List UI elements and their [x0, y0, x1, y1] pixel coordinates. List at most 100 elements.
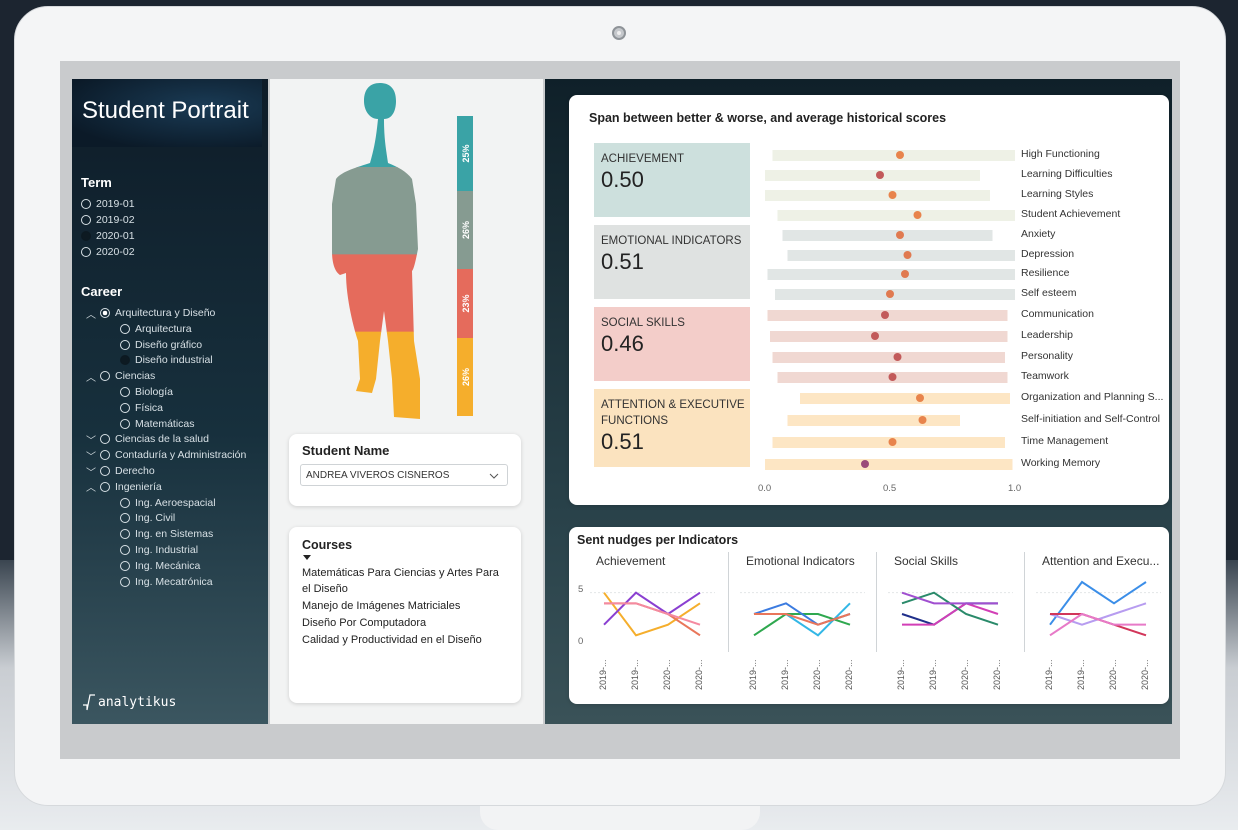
average-dot[interactable] [888, 191, 897, 199]
x-tick-label: 2020-... [844, 659, 854, 690]
average-dot[interactable] [881, 311, 889, 319]
category-tile: ACHIEVEMENT 0.50 [594, 143, 750, 217]
average-dot[interactable] [916, 394, 924, 402]
career-option[interactable]: Ing. Aeroespacial [120, 496, 216, 510]
radio-icon [120, 576, 130, 587]
average-dot[interactable] [888, 438, 897, 446]
silhouette-band [332, 167, 420, 255]
radio-icon [100, 450, 110, 461]
indicator-label: Self-initiation and Self-Control [1021, 413, 1160, 425]
series-line[interactable] [901, 591, 998, 605]
chevron-up-icon[interactable]: ︿ [86, 306, 96, 321]
term-option[interactable]: 2020-02 [81, 245, 135, 259]
indicator-label: Organization and Planning S... [1021, 391, 1164, 403]
career-option[interactable]: ︿ Ingeniería [86, 479, 162, 495]
category-name: SOCIAL SKILLS [601, 317, 685, 329]
indicator-label: Personality [1021, 350, 1073, 362]
average-dot[interactable] [901, 270, 909, 278]
career-option[interactable]: ︿ Ciencias [86, 369, 155, 384]
panel-divider [1024, 552, 1025, 652]
series-line[interactable] [754, 613, 851, 626]
x-tick-label: 2019-... [896, 659, 906, 690]
series-line[interactable] [1049, 612, 1146, 637]
silhouette-band [332, 331, 420, 419]
radio-icon [100, 371, 110, 382]
career-option[interactable]: Biología [120, 385, 173, 399]
category-score: 0.51 [601, 429, 644, 454]
average-dot[interactable] [886, 290, 894, 298]
chevron-up-icon[interactable]: ︿ [86, 479, 96, 494]
average-dot[interactable] [871, 332, 879, 340]
indicator-label: Teamwork [1021, 370, 1069, 382]
indicator-label: Student Achievement [1021, 208, 1121, 220]
career-label: Ing. Aeroespacial [135, 496, 216, 509]
course-list: Matemáticas Para Ciencias y Artes Para e… [302, 565, 507, 649]
y-tick-label: 5 [578, 584, 584, 595]
career-option[interactable]: Ing. Mecánica [120, 559, 200, 573]
indicator-label: Learning Styles [1021, 188, 1094, 200]
average-dot[interactable] [876, 171, 884, 179]
x-axis-tick: 1.0 [1008, 483, 1022, 494]
average-dot[interactable] [896, 151, 904, 159]
radio-icon [120, 387, 130, 397]
career-option[interactable]: ︿ Arquitectura y Diseño [86, 306, 215, 321]
radio-icon [100, 434, 110, 445]
course-item: Matemáticas Para Ciencias y Artes Para e… [302, 567, 499, 595]
indicator-label: Depression [1021, 248, 1075, 260]
career-option[interactable]: Diseño gráfico [120, 338, 202, 352]
nudge-line-chart [888, 591, 1013, 626]
career-option[interactable]: ﹀ Contaduría y Administración [86, 448, 246, 463]
student-name-dropdown[interactable]: ANDREA VIVEROS CISNEROS [300, 464, 508, 486]
average-dot[interactable] [888, 373, 897, 381]
career-label: Diseño gráfico [135, 338, 203, 351]
page-title: Student Portrait [82, 97, 249, 124]
average-dot[interactable] [903, 251, 912, 259]
term-heading: Term [81, 175, 112, 190]
average-dot[interactable] [861, 460, 869, 468]
average-dot[interactable] [918, 416, 927, 424]
term-label: 2019-02 [96, 214, 135, 226]
career-label: Ing. Civil [135, 512, 176, 525]
chevron-down-icon[interactable]: ﹀ [86, 432, 96, 447]
career-option[interactable]: Ing. Mecatrónica [120, 575, 213, 589]
career-label: Ciencias de la salud [115, 433, 209, 446]
x-tick-label: 2019-... [598, 659, 608, 690]
series-line[interactable] [902, 602, 999, 626]
series-line[interactable] [603, 592, 701, 637]
career-option[interactable]: Matemáticas [120, 417, 195, 431]
average-dot[interactable] [896, 231, 904, 239]
range-bar [772, 150, 1015, 161]
radio-icon [81, 231, 91, 241]
camera-icon [612, 26, 626, 40]
sort-caret-icon [303, 555, 311, 560]
career-option[interactable]: Física [120, 401, 163, 415]
range-bar [777, 210, 1015, 221]
silhouette-band [332, 83, 420, 168]
category-score: 0.50 [601, 167, 644, 192]
category-name: ACHIEVEMENT [601, 153, 685, 165]
term-option[interactable]: 2019-01 [81, 197, 135, 211]
term-option[interactable]: 2020-01 [81, 229, 135, 243]
radio-icon [120, 402, 130, 413]
average-dot[interactable] [893, 353, 902, 361]
category-tile: EMOTIONAL INDICATORS 0.51 [594, 225, 750, 299]
career-option[interactable]: ﹀ Derecho [86, 464, 155, 479]
x-tick-label: 2019-... [748, 659, 758, 690]
nudge-line-chart [740, 592, 865, 637]
career-option[interactable]: Ing. en Sistemas [120, 527, 213, 541]
career-option[interactable]: Diseño industrial [120, 353, 213, 367]
category-score: 0.51 [601, 249, 644, 274]
x-tick-label: 2019-... [1044, 659, 1054, 690]
term-option[interactable]: 2019-02 [81, 213, 135, 227]
chevron-down-icon[interactable]: ﹀ [86, 448, 96, 463]
career-option[interactable]: Ing. Industrial [120, 543, 198, 557]
nudge-line-chart [590, 591, 715, 637]
chevron-down-icon[interactable]: ﹀ [86, 464, 96, 479]
average-dot[interactable] [913, 211, 922, 219]
career-option[interactable]: ﹀ Ciencias de la salud [86, 432, 209, 447]
career-option[interactable]: Arquitectura [120, 322, 192, 336]
career-option[interactable]: Ing. Civil [120, 511, 175, 525]
indicator-label: Anxiety [1021, 228, 1056, 240]
x-tick-label: 2020-... [812, 659, 822, 690]
chevron-up-icon[interactable]: ︿ [86, 369, 96, 384]
